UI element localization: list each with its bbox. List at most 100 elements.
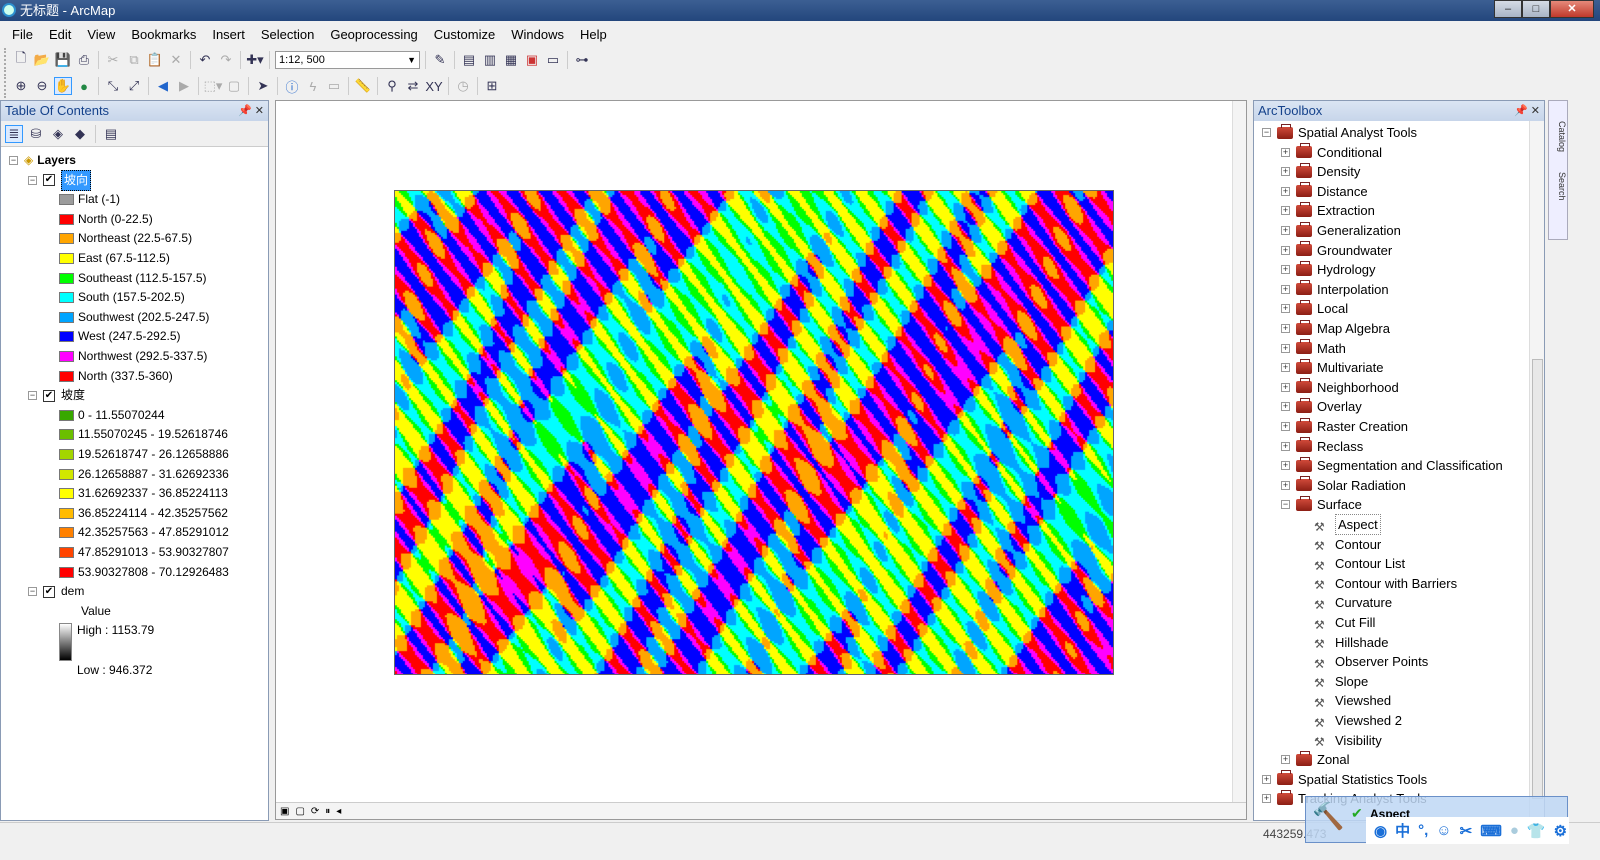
- zoom-in-icon[interactable]: ⊕: [12, 77, 30, 95]
- fixed-zoom-in-icon[interactable]: ⤡: [104, 77, 122, 95]
- layer-name[interactable]: 坡向: [61, 169, 92, 191]
- select-elements-icon[interactable]: ➤: [254, 77, 272, 95]
- print-icon[interactable]: ⎙: [75, 51, 93, 69]
- toolset-local[interactable]: Local: [1317, 299, 1348, 318]
- open-icon[interactable]: 📂: [33, 51, 51, 69]
- forward-icon[interactable]: ▶: [175, 77, 193, 95]
- identify-icon[interactable]: ⓘ: [283, 77, 301, 95]
- scroll-left-icon[interactable]: ◂: [336, 806, 341, 817]
- layers-root[interactable]: Layers: [37, 151, 76, 170]
- menu-bookmarks[interactable]: Bookmarks: [123, 24, 204, 46]
- modelbuilder-icon[interactable]: ⊶: [573, 51, 591, 69]
- data-view-icon[interactable]: ▢: [295, 806, 304, 817]
- expand-icon[interactable]: +: [1281, 206, 1290, 216]
- cut-icon[interactable]: ✂: [104, 51, 122, 69]
- toolset-interpolation[interactable]: Interpolation: [1317, 280, 1389, 299]
- collapse-icon[interactable]: −: [1281, 500, 1290, 510]
- expand-icon[interactable]: +: [1281, 147, 1290, 157]
- horizontal-scrollbar[interactable]: ▣ ▢ ⟳ ⏸ ◂: [276, 802, 1246, 819]
- toolset-reclass[interactable]: Reclass: [1317, 437, 1363, 456]
- toolset-distance[interactable]: Distance: [1317, 182, 1368, 201]
- editor-icon[interactable]: ✎: [431, 51, 449, 69]
- search-window-icon[interactable]: ▦: [502, 51, 520, 69]
- tool-curvature[interactable]: Curvature: [1335, 593, 1392, 612]
- copy-icon[interactable]: ⧉: [125, 51, 143, 69]
- menu-customize[interactable]: Customize: [426, 24, 503, 46]
- menu-selection[interactable]: Selection: [253, 24, 322, 46]
- expand-icon[interactable]: +: [1281, 284, 1290, 294]
- expand-icon[interactable]: +: [1281, 480, 1290, 490]
- tool-slope[interactable]: Slope: [1335, 672, 1368, 691]
- arctoolbox-window-icon[interactable]: ▣: [523, 51, 541, 69]
- collapse-icon[interactable]: −: [28, 587, 37, 597]
- menu-file[interactable]: File: [4, 24, 41, 46]
- python-window-icon[interactable]: ▭: [544, 51, 562, 69]
- tool-contour[interactable]: Contour: [1335, 535, 1381, 554]
- layout-view-icon[interactable]: ▣: [280, 806, 289, 817]
- full-extent-icon[interactable]: ●: [75, 77, 93, 95]
- find-route-icon[interactable]: ⇄: [404, 77, 422, 95]
- search-tab[interactable]: Search: [1557, 172, 1567, 201]
- expand-icon[interactable]: +: [1281, 382, 1290, 392]
- redo-icon[interactable]: ↷: [217, 51, 235, 69]
- menu-help[interactable]: Help: [572, 24, 615, 46]
- expand-icon[interactable]: +: [1262, 794, 1271, 804]
- list-by-visibility-icon[interactable]: ◈: [49, 125, 67, 143]
- expand-icon[interactable]: +: [1281, 324, 1290, 333]
- punctuation-icon[interactable]: °,: [1418, 822, 1428, 839]
- collapse-icon[interactable]: −: [9, 156, 18, 165]
- layer-visibility-checkbox[interactable]: ✔: [43, 389, 55, 402]
- expand-icon[interactable]: +: [1281, 461, 1290, 471]
- delete-icon[interactable]: ✕: [167, 51, 185, 69]
- tool-aspect[interactable]: Aspect: [1335, 514, 1381, 535]
- catalog-window-icon[interactable]: ▥: [481, 51, 499, 69]
- expand-icon[interactable]: +: [1281, 402, 1290, 412]
- toolset-raster-creation[interactable]: Raster Creation: [1317, 417, 1408, 436]
- tool-viewshed[interactable]: Viewshed: [1335, 691, 1391, 710]
- expand-icon[interactable]: +: [1281, 343, 1290, 353]
- aspect-raster-map[interactable]: [394, 190, 1114, 675]
- menu-edit[interactable]: Edit: [41, 24, 79, 46]
- hyperlink-icon[interactable]: ϟ: [304, 77, 322, 95]
- menu-windows[interactable]: Windows: [503, 24, 572, 46]
- ime-language[interactable]: 中: [1395, 820, 1410, 841]
- toolset-neighborhood[interactable]: Neighborhood: [1317, 378, 1399, 397]
- tool-viewshed-2[interactable]: Viewshed 2: [1335, 711, 1402, 730]
- tool-visibility[interactable]: Visibility: [1335, 731, 1382, 750]
- settings-icon[interactable]: ⚙: [1554, 822, 1567, 840]
- collapse-icon[interactable]: −: [28, 175, 37, 185]
- undo-icon[interactable]: ↶: [196, 51, 214, 69]
- close-button[interactable]: ✕: [1550, 0, 1594, 18]
- toolset-overlay[interactable]: Overlay: [1317, 397, 1362, 416]
- pin-close-icons[interactable]: 📌 ✕: [238, 101, 264, 121]
- list-by-selection-icon[interactable]: ◆: [71, 125, 89, 143]
- zoom-out-icon[interactable]: ⊖: [33, 77, 51, 95]
- toolset-math[interactable]: Math: [1317, 339, 1346, 358]
- options-icon[interactable]: ▤: [102, 125, 120, 143]
- scissors-icon[interactable]: ✂: [1460, 822, 1473, 840]
- expand-icon[interactable]: +: [1281, 226, 1290, 235]
- skin-icon[interactable]: 👕: [1527, 822, 1546, 840]
- measure-icon[interactable]: 📏: [354, 77, 372, 95]
- magnifier-icon[interactable]: ⊞: [483, 77, 501, 95]
- expand-icon[interactable]: +: [1281, 422, 1290, 431]
- toolset-density[interactable]: Density: [1317, 162, 1360, 181]
- user-icon[interactable]: ●: [1510, 822, 1519, 839]
- tool-contour-with-barriers[interactable]: Contour with Barriers: [1335, 574, 1457, 593]
- scale-dropdown[interactable]: 1:12, 500: [275, 51, 420, 69]
- toolset-solar-radiation[interactable]: Solar Radiation: [1317, 476, 1406, 495]
- catalog-tab[interactable]: Catalog: [1557, 121, 1567, 152]
- tool-cut-fill[interactable]: Cut Fill: [1335, 613, 1375, 632]
- ime-logo-icon[interactable]: ◉: [1374, 822, 1387, 840]
- layer-name[interactable]: dem: [61, 582, 84, 601]
- tool-contour-list[interactable]: Contour List: [1335, 554, 1405, 573]
- expand-icon[interactable]: +: [1281, 363, 1290, 373]
- tool-observer-points[interactable]: Observer Points: [1335, 652, 1428, 671]
- layer-visibility-checkbox[interactable]: ✔: [43, 585, 55, 598]
- pin-close-icons[interactable]: 📌 ✕: [1514, 101, 1540, 121]
- clear-selection-icon[interactable]: ▢: [225, 77, 243, 95]
- expand-icon[interactable]: +: [1281, 755, 1290, 765]
- expand-icon[interactable]: +: [1281, 304, 1290, 314]
- expand-icon[interactable]: +: [1281, 186, 1290, 196]
- paste-icon[interactable]: 📋: [146, 51, 164, 69]
